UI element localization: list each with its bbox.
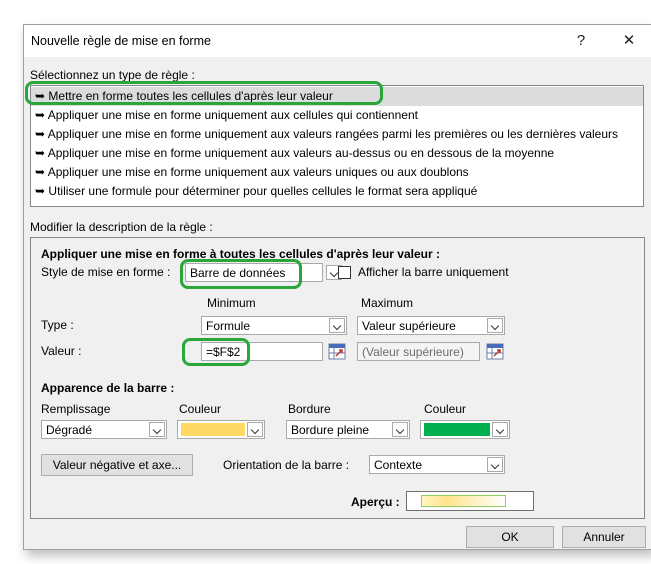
format-style-label: Style de mise en forme : [41, 265, 171, 279]
rule-type-item[interactable]: ➥ Appliquer une mise en forme uniquement… [31, 106, 643, 125]
minimum-type-value: Formule [206, 319, 251, 333]
rule-type-item[interactable]: ➥ Appliquer une mise en forme uniquement… [31, 125, 643, 144]
rule-type-list[interactable]: ➥ Mettre en forme toutes les cellules d'… [30, 85, 644, 207]
border-label: Bordure [288, 402, 331, 416]
rule-type-item-label: Appliquer une mise en forme uniquement a… [47, 165, 469, 179]
maximum-type-value: Valeur supérieure [362, 319, 456, 333]
minimum-value-input[interactable]: =$F$2 [201, 342, 323, 361]
chevron-down-icon[interactable] [149, 422, 165, 437]
description-heading: Appliquer une mise en forme à toutes les… [41, 247, 440, 261]
fill-type-dropdown[interactable]: Dégradé [41, 420, 167, 439]
rule-type-item[interactable]: ➥ Mettre en forme toutes les cellules d'… [31, 87, 643, 106]
dialog-title: Nouvelle règle de mise en forme [31, 34, 211, 48]
negative-value-axis-button[interactable]: Valeur négative et axe... [41, 454, 193, 476]
bullet-arrow-icon: ➥ [35, 89, 46, 103]
maximum-value-input[interactable]: (Valeur supérieure) [357, 342, 480, 361]
preview-box [406, 491, 534, 511]
minimum-type-dropdown[interactable]: Formule [201, 316, 347, 335]
format-style-value: Barre de données [190, 266, 286, 280]
preview-label: Aperçu : [351, 495, 400, 509]
border-type-value: Bordure pleine [291, 423, 370, 437]
chevron-down-icon[interactable] [329, 318, 345, 333]
preview-data-bar [421, 495, 506, 507]
type-label: Type : [41, 318, 74, 332]
title-bar: Nouvelle règle de mise en forme ? ✕ [24, 25, 651, 57]
range-select-icon[interactable] [486, 343, 504, 360]
maximum-header: Maximum [361, 296, 414, 310]
fill-type-value: Dégradé [46, 423, 93, 437]
fill-color-swatch [181, 423, 245, 436]
show-bar-only-label: Afficher la barre uniquement [358, 265, 509, 279]
fill-label: Remplissage [41, 402, 111, 416]
cancel-button[interactable]: Annuler [562, 526, 646, 548]
border-type-dropdown[interactable]: Bordure pleine [286, 420, 410, 439]
chevron-down-icon[interactable] [492, 422, 508, 437]
close-button[interactable]: ✕ [618, 31, 640, 51]
chevron-down-icon[interactable] [487, 318, 503, 333]
rule-type-item[interactable]: ➥ Utiliser une formule pour déterminer p… [31, 182, 643, 201]
rule-type-item-label: Appliquer une mise en forme uniquement a… [47, 146, 555, 160]
help-button[interactable]: ? [570, 31, 592, 51]
minimum-value-text: =$F$2 [206, 345, 241, 359]
bar-orientation-dropdown[interactable]: Contexte [369, 455, 505, 474]
chevron-down-icon[interactable] [392, 422, 408, 437]
rule-type-item-label: Appliquer une mise en forme uniquement a… [47, 127, 619, 141]
border-color-label: Couleur [424, 402, 467, 416]
border-color-swatch [424, 423, 490, 436]
new-formatting-rule-dialog: Nouvelle règle de mise en forme ? ✕ Séle… [23, 24, 651, 550]
bar-orientation-label: Orientation de la barre : [223, 458, 350, 472]
fill-color-picker[interactable] [177, 420, 265, 439]
chevron-down-icon[interactable] [487, 457, 503, 472]
bullet-arrow-icon: ➥ [35, 108, 46, 122]
maximum-type-dropdown[interactable]: Valeur supérieure [357, 316, 505, 335]
ok-button[interactable]: OK [466, 526, 554, 548]
rule-type-item-label: Utiliser une formule pour déterminer pou… [48, 184, 478, 198]
chevron-down-icon[interactable] [247, 422, 263, 437]
value-label: Valeur : [41, 344, 82, 358]
rule-description-label: Modifier la description de la règle : [30, 220, 213, 234]
format-style-dropdown[interactable]: Barre de données [185, 263, 342, 282]
bullet-arrow-icon: ➥ [35, 184, 46, 198]
bullet-arrow-icon: ➥ [35, 146, 46, 160]
rule-type-item-label: Mettre en forme toutes les cellules d'ap… [48, 89, 333, 103]
rule-type-item-label: Appliquer une mise en forme uniquement a… [47, 108, 418, 122]
range-select-icon[interactable] [328, 343, 346, 360]
show-bar-only-checkbox[interactable] [338, 266, 351, 279]
bar-appearance-heading: Apparence de la barre : [41, 381, 175, 395]
rule-type-item[interactable]: ➥ Appliquer une mise en forme uniquement… [31, 144, 643, 163]
maximum-value-text: (Valeur supérieure) [362, 345, 464, 359]
bullet-arrow-icon: ➥ [35, 127, 46, 141]
rule-type-label: Sélectionnez un type de règle : [30, 68, 195, 82]
bullet-arrow-icon: ➥ [35, 165, 46, 179]
rule-type-item[interactable]: ➥ Appliquer une mise en forme uniquement… [31, 163, 643, 182]
fill-color-label: Couleur [179, 402, 222, 416]
minimum-header: Minimum [207, 296, 256, 310]
border-color-picker[interactable] [420, 420, 510, 439]
bar-orientation-value: Contexte [374, 458, 423, 472]
rule-description-panel: Appliquer une mise en forme à toutes les… [30, 237, 645, 519]
